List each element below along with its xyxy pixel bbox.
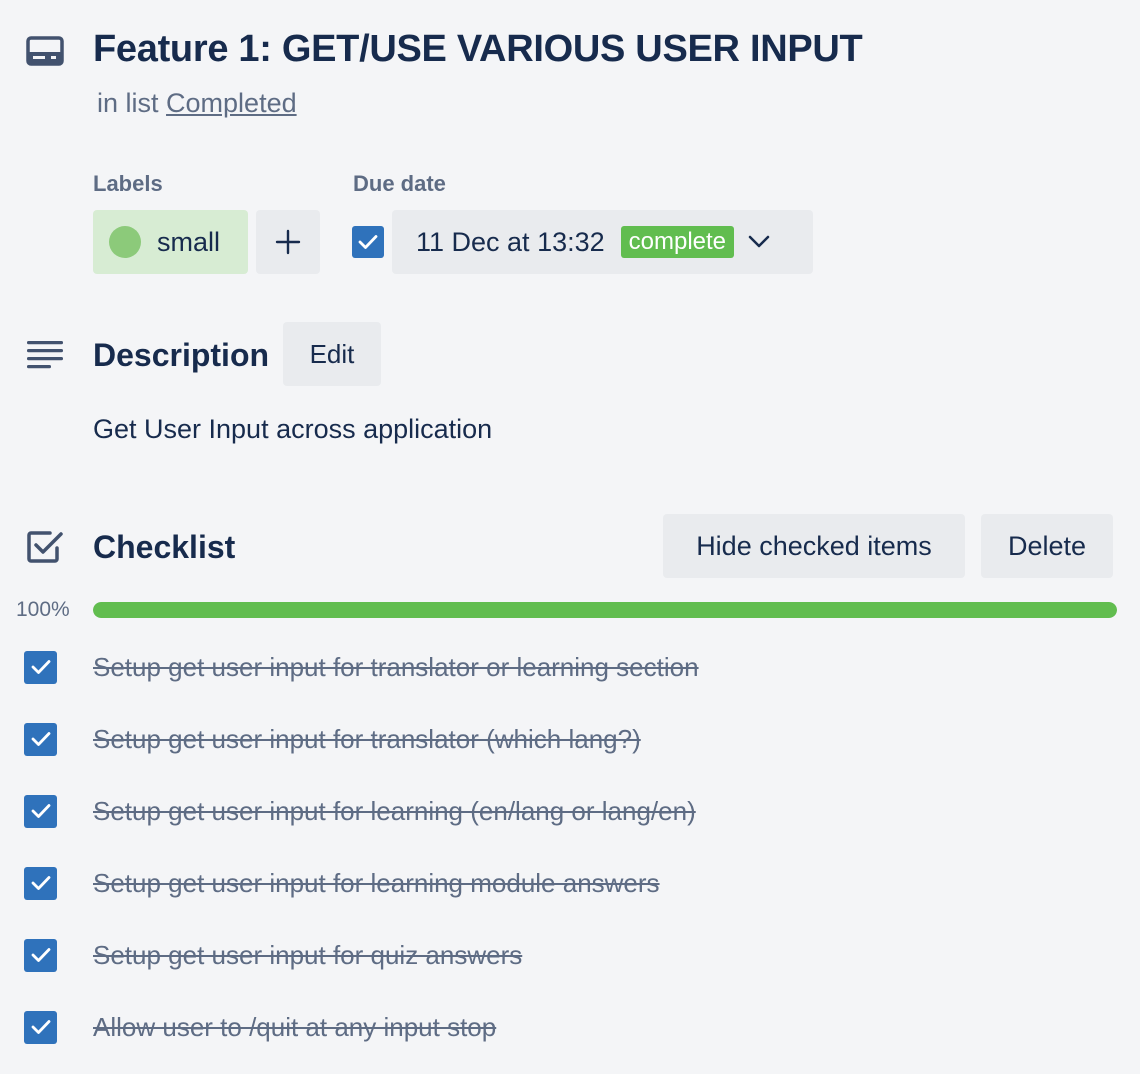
due-date-checkbox[interactable] bbox=[352, 226, 384, 258]
checklist-item-checkbox[interactable] bbox=[24, 938, 57, 972]
labels-heading: Labels bbox=[93, 171, 163, 196]
checklist-item-text[interactable]: Setup get user input for learning module… bbox=[93, 868, 660, 899]
checkmark-icon bbox=[31, 948, 50, 962]
list-link[interactable]: Completed bbox=[166, 88, 297, 118]
checklist-item-checkbox[interactable] bbox=[24, 650, 57, 684]
checkmark-icon bbox=[31, 804, 50, 818]
due-date-value: 11 Dec at 13:32 bbox=[416, 226, 605, 257]
label-text: small bbox=[157, 226, 221, 257]
checklist-item-checkbox[interactable] bbox=[24, 794, 57, 828]
plus-icon bbox=[275, 229, 301, 255]
due-date-heading: Due date bbox=[353, 171, 446, 196]
card-title[interactable]: Feature 1: GET/USE VARIOUS USER INPUT bbox=[93, 28, 863, 71]
checklist-item-text[interactable]: Setup get user input for learning (en/la… bbox=[93, 796, 696, 827]
checklist-item-checkbox[interactable] bbox=[24, 1010, 57, 1044]
checklist-item[interactable]: Setup get user input for translator or l… bbox=[24, 647, 699, 687]
hide-checked-items-button[interactable]: Hide checked items bbox=[663, 514, 965, 578]
checklist-item-text[interactable]: Allow user to /quit at any input stop bbox=[93, 1012, 496, 1043]
checklist-item[interactable]: Setup get user input for translator (whi… bbox=[24, 719, 641, 759]
checklist-item[interactable]: Allow user to /quit at any input stop bbox=[24, 1007, 496, 1047]
checklist-item-text[interactable]: Setup get user input for quiz answers bbox=[93, 940, 522, 971]
checklist-item-text[interactable]: Setup get user input for translator or l… bbox=[93, 652, 699, 683]
checklist-item[interactable]: Setup get user input for quiz answers bbox=[24, 935, 522, 975]
checkmark-icon bbox=[31, 876, 50, 890]
checklist-item[interactable]: Setup get user input for learning (en/la… bbox=[24, 791, 696, 831]
add-label-button[interactable] bbox=[256, 210, 320, 274]
label-color-dot bbox=[109, 226, 141, 258]
description-text[interactable]: Get User Input across application bbox=[93, 414, 492, 445]
card-icon bbox=[26, 36, 64, 66]
edit-description-button[interactable]: Edit bbox=[283, 322, 381, 386]
checkmark-icon bbox=[31, 732, 50, 746]
status-badge: complete bbox=[620, 226, 735, 258]
chevron-down-icon bbox=[748, 235, 770, 248]
in-list-text: in list Completed bbox=[97, 88, 297, 119]
checklist-item-text[interactable]: Setup get user input for translator (whi… bbox=[93, 724, 641, 755]
progress-percentage: 100% bbox=[16, 598, 70, 621]
progress-bar bbox=[93, 602, 1117, 618]
in-list-prefix: in list bbox=[97, 88, 159, 118]
checklist-item-checkbox[interactable] bbox=[24, 722, 57, 756]
description-heading: Description bbox=[93, 337, 270, 373]
checklist-icon bbox=[26, 530, 64, 564]
description-icon bbox=[26, 340, 64, 370]
progress-bar-fill bbox=[93, 602, 1117, 618]
checklist-item[interactable]: Setup get user input for learning module… bbox=[24, 863, 660, 903]
delete-checklist-button[interactable]: Delete bbox=[981, 514, 1113, 578]
due-date-button[interactable]: 11 Dec at 13:32 complete bbox=[392, 210, 813, 274]
checklist-heading[interactable]: Checklist bbox=[93, 529, 235, 566]
checklist-item-checkbox[interactable] bbox=[24, 866, 57, 900]
checkmark-icon bbox=[358, 235, 378, 249]
checkmark-icon bbox=[31, 660, 50, 674]
checkmark-icon bbox=[31, 1020, 50, 1034]
label-chip[interactable]: small bbox=[93, 210, 248, 274]
